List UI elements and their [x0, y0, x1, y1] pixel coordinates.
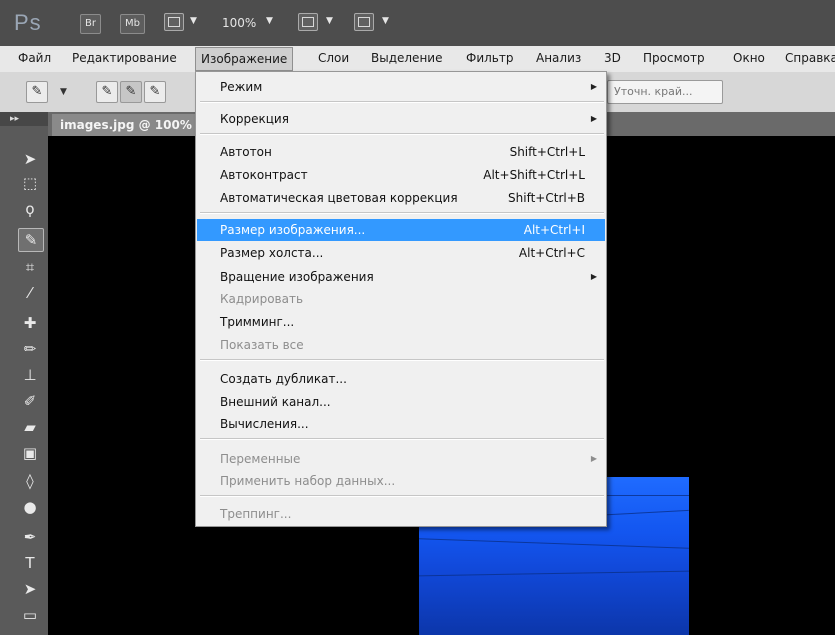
crop-icon[interactable]: ⌗ — [18, 256, 42, 278]
menu-separator — [200, 438, 604, 440]
dodge-icon[interactable]: ● — [18, 496, 42, 518]
menu-bar: Файл Редактирование Изображение Слои Выд… — [0, 46, 835, 73]
chevron-down-icon[interactable]: ▼ — [326, 16, 333, 26]
chevron-down-icon[interactable]: ▼ — [60, 87, 67, 97]
menu-item-apply-image[interactable]: Внешний канал... — [197, 391, 605, 413]
menu-item-duplicate[interactable]: Создать дубликат... — [197, 368, 605, 390]
menu-item-canvas-size[interactable]: Размер холста... Alt+Ctrl+C — [197, 242, 605, 264]
image-menu-dropdown: Режим ▶ Коррекция ▶ Автотон Shift+Ctrl+L… — [195, 71, 607, 527]
menu-item-image-size[interactable]: Размер изображения... Alt+Ctrl+I — [197, 219, 605, 241]
menu-filter[interactable]: Фильтр — [461, 46, 518, 70]
menu-separator — [200, 212, 604, 214]
menu-window[interactable]: Окно — [728, 46, 770, 70]
application-bar: Ps Br Mb ▼ 100% ▼ ▼ ▼ — [0, 0, 835, 47]
menu-separator — [200, 101, 604, 103]
history-brush-icon[interactable]: ✐ — [18, 390, 42, 412]
bridge-button[interactable]: Br — [80, 14, 101, 34]
menu-item-apply-data-set: Применить набор данных... — [220, 474, 396, 488]
quick-selection-icon[interactable]: ✎ — [18, 228, 44, 252]
menu-help[interactable]: Справка — [780, 46, 835, 70]
type-icon[interactable]: T — [18, 552, 42, 574]
menu-3d[interactable]: 3D — [599, 46, 626, 70]
pen-icon[interactable]: ✒ — [18, 526, 42, 548]
menu-item-adjustments[interactable]: Коррекция ▶ — [197, 108, 605, 130]
arrange-documents-icon[interactable] — [298, 13, 318, 31]
menu-item-auto-color[interactable]: Автоматическая цветовая коррекция Shift+… — [197, 187, 605, 209]
blur-icon[interactable]: ◊ — [18, 470, 42, 492]
chevron-down-icon[interactable]: ▼ — [382, 16, 389, 26]
chevron-down-icon[interactable]: ▼ — [190, 16, 197, 26]
move-icon[interactable]: ➤ — [18, 148, 42, 170]
submenu-arrow-icon: ▶ — [590, 454, 597, 463]
panel-collapse-icon[interactable]: ▸▸ — [0, 112, 48, 126]
menu-item-image-rotation[interactable]: Вращение изображения ▶ — [197, 266, 605, 288]
menu-separator — [200, 133, 604, 135]
menu-item-crop: Кадрировать — [220, 292, 304, 306]
menu-item-auto-contrast[interactable]: Автоконтраст Alt+Shift+Ctrl+L — [197, 164, 605, 186]
chevron-down-icon[interactable]: ▼ — [266, 16, 273, 26]
brush-icon[interactable]: ✏ — [18, 338, 42, 360]
lasso-icon[interactable]: ϙ — [18, 198, 42, 220]
clone-stamp-icon[interactable]: ⊥ — [18, 364, 42, 386]
menu-item-reveal-all: Показать все — [220, 338, 304, 352]
menu-item-mode[interactable]: Режим ▶ — [197, 76, 605, 98]
new-selection-icon[interactable]: ✎ — [96, 81, 118, 103]
menu-file[interactable]: Файл — [13, 46, 56, 70]
menu-view[interactable]: Просмотр — [638, 46, 710, 70]
menu-item-trap: Треппинг... — [220, 507, 292, 521]
zoom-level[interactable]: 100% — [222, 16, 256, 30]
menu-layers[interactable]: Слои — [313, 46, 354, 70]
eraser-icon[interactable]: ▰ — [18, 416, 42, 438]
menu-separator — [200, 495, 604, 497]
menu-item-trim[interactable]: Тримминг... — [197, 311, 605, 333]
menu-select[interactable]: Выделение — [366, 46, 447, 70]
screen-mode-icon[interactable] — [354, 13, 374, 31]
view-extras-icon[interactable] — [164, 13, 184, 31]
submenu-arrow-icon: ▶ — [590, 272, 597, 281]
menu-separator — [200, 359, 604, 361]
tool-preset-icon[interactable]: ✎ — [26, 81, 48, 103]
path-selection-icon[interactable]: ➤ — [18, 578, 42, 600]
gradient-icon[interactable]: ▣ — [18, 442, 42, 464]
submenu-arrow-icon: ▶ — [590, 82, 597, 91]
menu-item-calculations[interactable]: Вычисления... — [197, 413, 605, 435]
marquee-icon[interactable]: ⬚ — [18, 172, 42, 194]
document-tab[interactable]: images.jpg @ 100% ( — [52, 114, 210, 136]
subtract-from-selection-icon[interactable]: ✎ — [144, 81, 166, 103]
menu-item-auto-tone[interactable]: Автотон Shift+Ctrl+L — [197, 141, 605, 163]
eyedropper-icon[interactable]: ⁄ — [18, 282, 42, 304]
image-detail — [419, 570, 689, 577]
refine-edge-button[interactable]: Уточн. край... — [607, 80, 723, 104]
menu-item-variables: Переменные ▶ — [197, 448, 605, 470]
mini-bridge-button[interactable]: Mb — [120, 14, 145, 34]
menu-analysis[interactable]: Анализ — [531, 46, 586, 70]
photoshop-logo: Ps — [14, 10, 42, 35]
tools-panel: ▸▸ ➤ ⬚ ϙ ✎ ⌗ ⁄ ✚ ✏ ⊥ ✐ ▰ ▣ ◊ ● ✒ T ➤ ▭ — [0, 112, 49, 635]
image-detail — [419, 538, 689, 549]
healing-brush-icon[interactable]: ✚ — [18, 312, 42, 334]
add-to-selection-icon[interactable]: ✎ — [120, 81, 142, 103]
shape-icon[interactable]: ▭ — [18, 604, 42, 626]
submenu-arrow-icon: ▶ — [590, 114, 597, 123]
menu-image[interactable]: Изображение — [195, 47, 294, 71]
menu-edit[interactable]: Редактирование — [67, 46, 182, 70]
